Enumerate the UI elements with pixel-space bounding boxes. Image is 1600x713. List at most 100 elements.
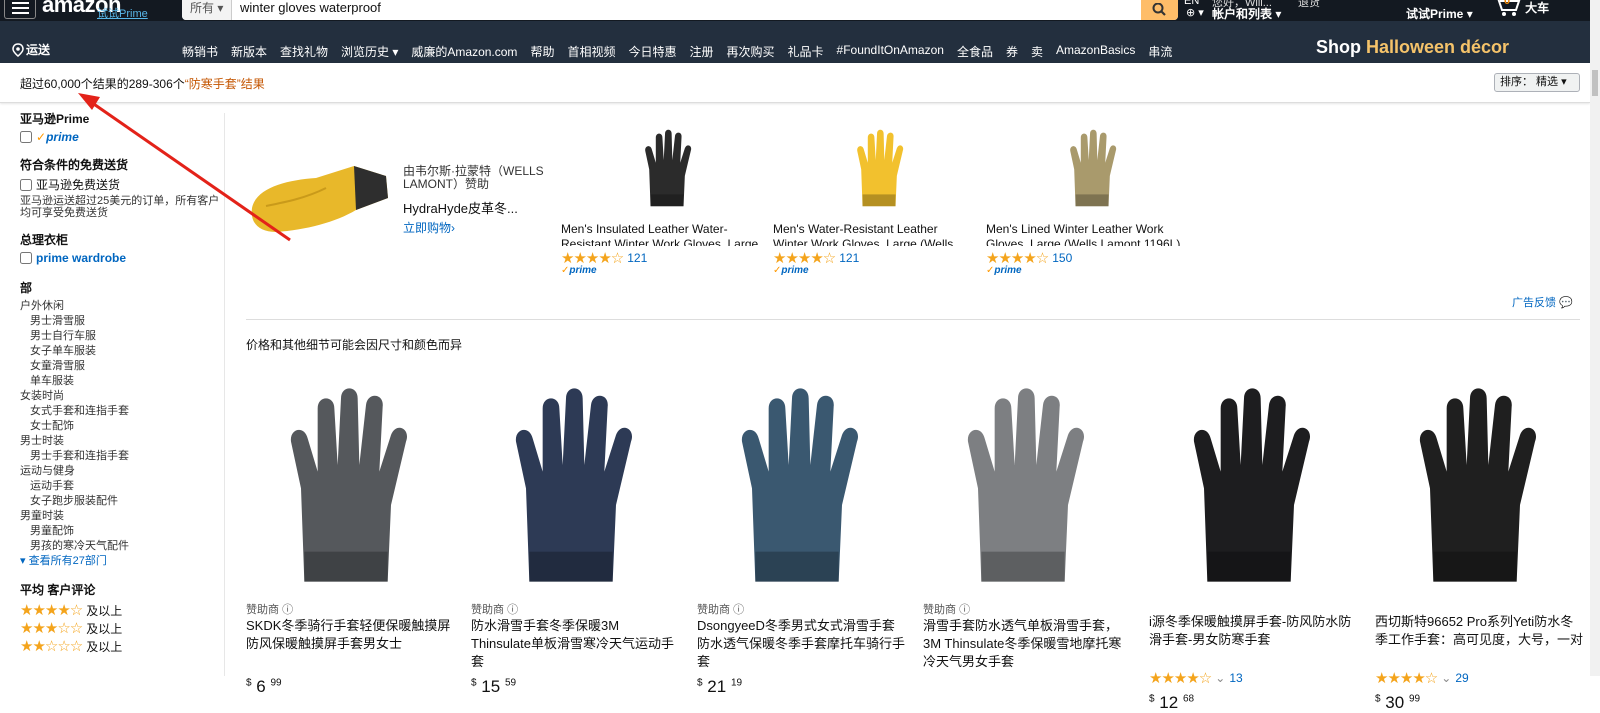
info-icon[interactable]: ⓘ: [507, 604, 518, 616]
review-count-link[interactable]: 121: [627, 251, 647, 265]
subdepartment-link[interactable]: 男士自行车服: [20, 329, 220, 344]
product-image[interactable]: [923, 385, 1133, 585]
glove-image: [1193, 388, 1311, 582]
info-icon[interactable]: ⓘ: [282, 604, 293, 616]
ad-feedback-link[interactable]: 广告反馈 💬: [1512, 294, 1573, 310]
sponsored-product-title[interactable]: Men's Lined Winter Leather Work Gloves, …: [986, 222, 1186, 246]
account-lists-menu[interactable]: 帐户和列表 ▾: [1212, 5, 1281, 22]
nav-link[interactable]: 串流: [1148, 43, 1172, 60]
sponsored-text: 赞助商: [923, 604, 956, 616]
info-icon[interactable]: ⓘ: [959, 604, 970, 616]
nav-link[interactable]: #FoundItOnAmazon: [837, 43, 944, 60]
subdepartment-link[interactable]: 运动手套: [20, 479, 220, 494]
product-image[interactable]: [246, 385, 456, 585]
wardrobe-label: prime wardrobe: [36, 251, 127, 265]
product-card[interactable]: 赞助商 ⓘ 滑雪手套防水透气单板滑雪手套，3M Thinsulate冬季保暖雪地摩…: [923, 385, 1133, 671]
product-card[interactable]: i源冬季保暖触摸屏手套-防风防水防滑手套-男女防寒手套 ★★★★☆ ⌄ 13 $ 12 …: [1149, 385, 1359, 713]
nav-link[interactable]: AmazonBasics: [1056, 43, 1135, 60]
sponsored-product-image[interactable]: [636, 118, 702, 218]
nav-link[interactable]: 再次购买: [727, 43, 775, 60]
subdepartment-link[interactable]: 女式手套和连指手套: [20, 404, 220, 419]
subdepartment-link[interactable]: 男童配饰: [20, 524, 220, 539]
info-icon[interactable]: ⓘ: [733, 604, 744, 616]
subdepartment-link[interactable]: 女童滑雪服: [20, 359, 220, 374]
nav-link[interactable]: 首相视频: [567, 43, 615, 60]
nav-link[interactable]: 卖: [1031, 43, 1043, 60]
nav-link[interactable]: 券: [1006, 43, 1018, 60]
price-fraction: 19: [730, 677, 743, 689]
subdepartment-link[interactable]: 男士滑雪服: [20, 314, 220, 329]
department-link[interactable]: 男士时装: [20, 434, 220, 449]
page-scrollbar[interactable]: [1590, 0, 1600, 676]
returns-link[interactable]: 退货: [1298, 0, 1320, 10]
rating-filter-option[interactable]: ★★☆☆☆ 及以上: [20, 637, 220, 655]
see-all-label: 查看所有27部门: [28, 555, 107, 567]
subdepartment-link[interactable]: 男孩的寒冷天气配件: [20, 539, 220, 554]
see-all-departments-link[interactable]: ▾ 查看所有27部门: [20, 554, 220, 569]
department-link[interactable]: 女装时尚: [20, 389, 220, 404]
shop-now-link[interactable]: 立即购物›: [403, 219, 455, 236]
review-count-link[interactable]: 13: [1229, 671, 1242, 685]
nav-link[interactable]: 帮助: [530, 43, 554, 60]
chevron-down-icon[interactable]: ⌄: [1441, 671, 1451, 685]
product-card[interactable]: 赞助商 ⓘ DsongyeeD冬季男式女式滑雪手套防水透气保暖冬季手套摩托车骑行手…: [697, 385, 907, 697]
search-button[interactable]: [1141, 0, 1178, 20]
rating-filter-option[interactable]: ★★★☆☆ 及以上: [20, 619, 220, 637]
subdepartment-link[interactable]: 男士手套和连指手套: [20, 449, 220, 464]
cart-button[interactable]: 0 大车: [1492, 0, 1549, 17]
price-note: 价格和其他细节可能会因尺寸和颜色而异: [246, 338, 463, 352]
product-rating[interactable]: ★★★★☆ ⌄ 13: [1149, 669, 1359, 687]
nav-link[interactable]: 注册: [689, 43, 713, 60]
product-card[interactable]: 赞助商 ⓘ SKDK冬季骑行手套轻便保暖触摸屏防风保暖触摸屏手套男女士 $ 6 99: [246, 385, 456, 697]
sponsored-label: 赞助商 ⓘ: [246, 601, 456, 617]
rating-filter-option[interactable]: ★★★★☆ 及以上: [20, 601, 220, 619]
subdepartment-link[interactable]: 女子跑步服装配件: [20, 494, 220, 509]
nav-link[interactable]: 今日特惠: [628, 43, 676, 60]
sponsored-product-image[interactable]: [1061, 118, 1127, 218]
product-image[interactable]: [471, 385, 681, 585]
sponsored-product-image[interactable]: [848, 118, 914, 218]
product-title[interactable]: i源冬季保暖触摸屏手套-防风防水防滑手套-男女防寒手套: [1149, 613, 1359, 667]
subdepartment-link[interactable]: 女子单车服装: [20, 344, 220, 359]
sponsored-brand-desc[interactable]: HydraHyde皮革冬...: [403, 198, 518, 217]
scrollbar-thumb[interactable]: [1592, 70, 1598, 96]
department-link[interactable]: 男童时装: [20, 509, 220, 524]
halloween-promo-banner[interactable]: Shop Halloween décor: [1316, 37, 1509, 58]
product-title[interactable]: DsongyeeD冬季男式女式滑雪手套防水透气保暖冬季手套摩托车骑行手套: [697, 617, 907, 671]
nav-link[interactable]: 威廉的Amazon.com: [411, 43, 517, 60]
product-title[interactable]: 滑雪手套防水透气单板滑雪手套，3M Thinsulate冬季保暖雪地摩托寒冷天气…: [923, 617, 1133, 671]
nav-link[interactable]: 全食品: [957, 43, 993, 60]
nav-links: 畅销书 新版本 查找礼物 浏览历史 ▾ 威廉的Amazon.com 帮助 首相视频 今日特惠注…: [182, 43, 1185, 60]
sponsored-product-title[interactable]: Men's Insulated Leather Water-Resistant …: [561, 222, 761, 246]
wardrobe-option[interactable]: prime wardrobe: [20, 251, 220, 265]
product-title[interactable]: 防水滑雪手套冬季保暖3M Thinsulate单板滑雪寒冷天气运动手套: [471, 617, 681, 671]
review-count-link[interactable]: 29: [1455, 671, 1468, 685]
department-link[interactable]: 户外休闲: [20, 299, 220, 314]
price-whole: 30: [1385, 693, 1405, 712]
product-card[interactable]: 赞助商 ⓘ 防水滑雪手套冬季保暖3M Thinsulate单板滑雪寒冷天气运动手套…: [471, 385, 681, 697]
subdepartment-link[interactable]: 女士配饰: [20, 419, 220, 434]
product-price: $ 30 99: [1375, 693, 1421, 712]
product-title[interactable]: SKDK冬季骑行手套轻便保暖触摸屏防风保暖触摸屏手套男女士: [246, 617, 456, 671]
sponsored-label: 赞助商 ⓘ: [471, 601, 681, 617]
nav-link[interactable]: 浏览历史 ▾: [341, 43, 398, 60]
sponsored-product-title[interactable]: Men's Water-Resistant Leather Winter Wor…: [773, 222, 973, 246]
department-list: 户外休闲 男士滑雪服 男士自行车服 女子单车服装 女童滑雪服 单车服装 女装时尚 女式手套和连…: [20, 299, 220, 554]
product-card[interactable]: 西切斯特96652 Pro系列Yeti防水冬季工作手套：高可见度，大号，一对 ★★…: [1375, 385, 1585, 713]
product-rating[interactable]: ★★★★☆ ⌄ 29: [1375, 669, 1585, 687]
product-image[interactable]: [1149, 385, 1359, 585]
review-count-link[interactable]: 150: [1052, 251, 1072, 265]
chevron-down-icon[interactable]: ⌄: [1215, 671, 1225, 685]
department-link[interactable]: 运动与健身: [20, 464, 220, 479]
review-count-link[interactable]: 121: [839, 251, 859, 265]
try-prime-menu[interactable]: 试试Prime ▾: [1406, 5, 1473, 22]
search-input[interactable]: [232, 0, 1141, 16]
sort-dropdown[interactable]: 排序： 精选 ▾: [1494, 73, 1580, 92]
product-title[interactable]: 西切斯特96652 Pro系列Yeti防水冬季工作手套：高可见度，大号，一对: [1375, 613, 1585, 667]
product-image[interactable]: [697, 385, 907, 585]
sponsored-brand-name[interactable]: 由韦尔斯·拉蒙特（WELLS LAMONT）赞助: [403, 165, 553, 191]
wardrobe-checkbox[interactable]: [20, 252, 32, 264]
nav-link[interactable]: 礼品卡: [788, 43, 824, 60]
product-image[interactable]: [1375, 385, 1585, 585]
subdepartment-link[interactable]: 单车服装: [20, 374, 220, 389]
